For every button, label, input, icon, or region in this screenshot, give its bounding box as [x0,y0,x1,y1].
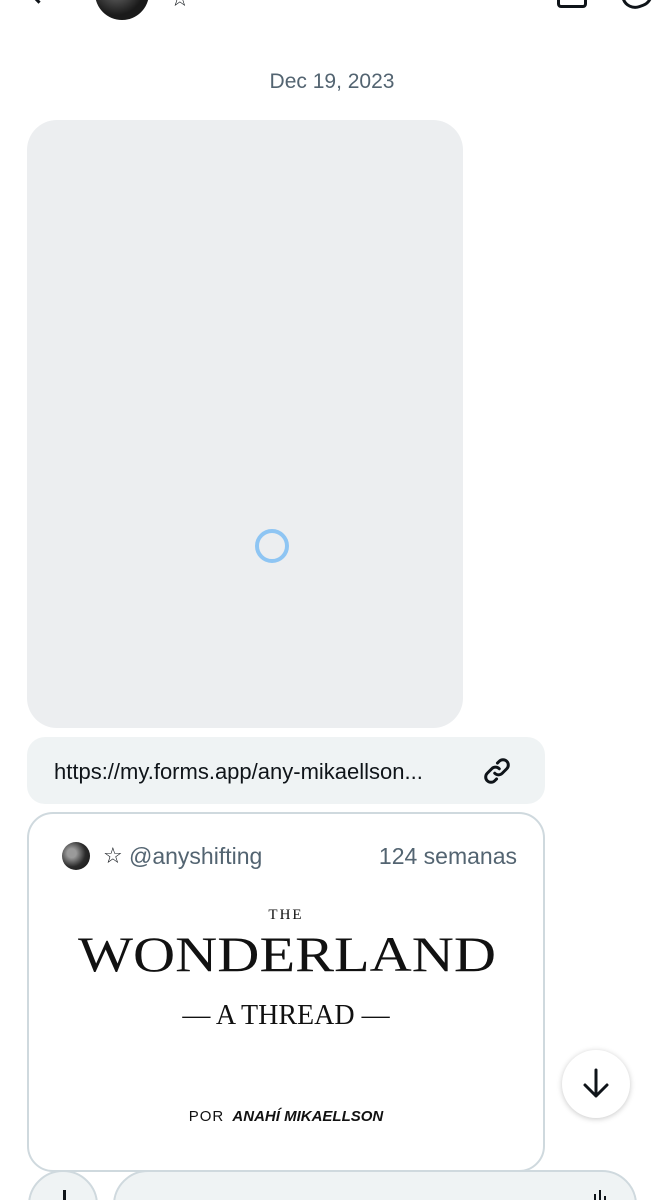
arrow-down-icon [583,1068,609,1098]
svg-text:WONDERLAND: WONDERLAND [78,927,496,977]
voice-icon[interactable] [591,1190,611,1200]
add-button[interactable] [28,1170,98,1200]
cover-author-name: ANAHÍ MIKAELLSON [232,1108,384,1125]
link-url[interactable]: https://my.forms.app/any-mikaellson... [54,759,423,785]
scroll-down-button[interactable] [562,1050,630,1118]
video-icon[interactable] [557,0,587,8]
arrow-left-icon[interactable] [28,0,50,8]
post-time: 124 semanas [378,843,517,869]
cover-by: POR [188,1108,225,1125]
shield-icon[interactable] [619,0,657,13]
link-icon[interactable] [479,753,515,789]
cover-the: THE [268,907,304,923]
loading-spinner-icon [255,529,289,563]
link-message[interactable]: https://my.forms.app/any-mikaellson... [27,737,545,804]
avatar[interactable] [62,842,90,870]
post-handle[interactable]: @anyshifting [129,842,262,870]
message-input[interactable] [113,1170,637,1200]
top-bar: ☆ [0,0,664,30]
media-placeholder[interactable] [27,120,463,728]
cover-subtitle: — A THREAD — [182,1000,390,1031]
cover-author: POR ANAHÍ MIKAELLSON [29,1108,543,1125]
star-icon: ☆ [103,843,123,868]
star-icon: ☆ [170,0,190,10]
cover-title: WONDERLAND [78,927,496,977]
avatar[interactable] [95,0,149,20]
quoted-post-card[interactable]: ☆ @anyshifting 124 semanas THE WONDERLAN… [27,812,545,1172]
date-label: Dec 19, 2023 [269,70,395,93]
plus-icon [63,1190,66,1200]
